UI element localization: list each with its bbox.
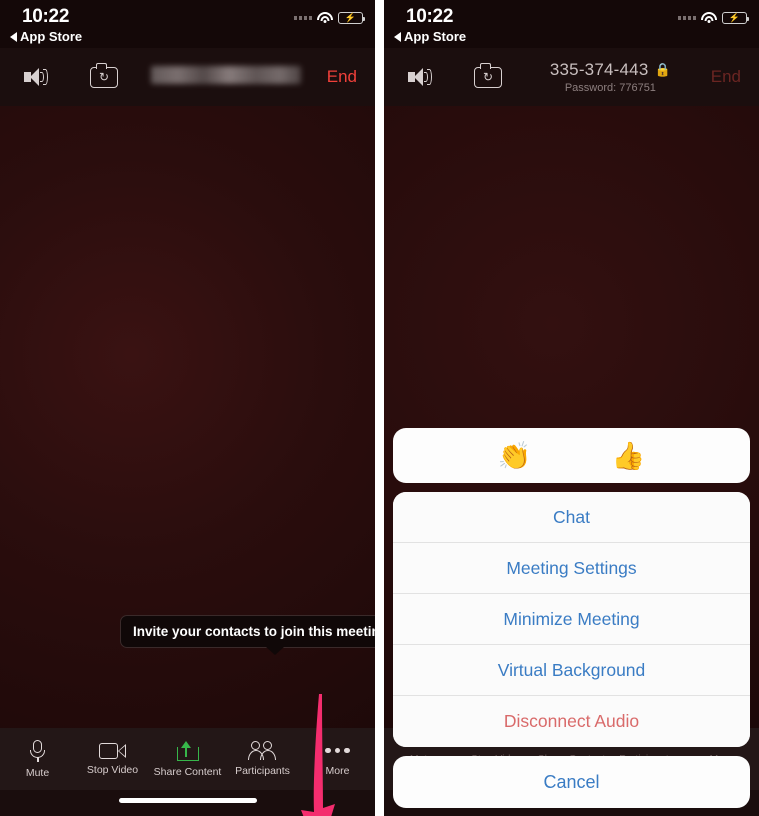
speaker-icon	[24, 68, 48, 86]
meeting-header-left: ↻ End	[0, 48, 375, 106]
speaker-icon	[408, 68, 432, 86]
reactions-group: 👏 👍	[393, 428, 750, 483]
signal-dots-icon	[294, 16, 312, 20]
toolbar-label-stop-video: Stop Video	[86, 763, 139, 776]
end-button-right[interactable]: End	[711, 67, 741, 87]
meeting-id-row: 335-374-443 🔒	[550, 60, 671, 80]
ellipsis-icon	[325, 741, 350, 760]
toolbar-label-participants: Participants	[235, 765, 290, 777]
toolbar-label-mute: Mute	[25, 766, 50, 779]
end-button-left[interactable]: End	[327, 67, 357, 87]
meeting-id: 335-374-443	[549, 60, 649, 79]
video-camera-icon	[99, 742, 126, 759]
camera-flip-button-left[interactable]: ↻	[82, 57, 126, 97]
action-item-meeting-settings[interactable]: Meeting Settings	[393, 543, 750, 594]
meeting-password: Password: 776751	[564, 82, 656, 94]
wifi-icon	[317, 12, 333, 24]
status-bar-left: 10:22 App Store ⚡	[0, 0, 375, 48]
left-body: Invite your contacts to join this meetin…	[0, 106, 375, 816]
status-time: 10:22	[22, 6, 70, 27]
meeting-title-left	[126, 65, 327, 89]
video-stage-left: Invite your contacts to join this meetin…	[0, 106, 375, 816]
toolbar-label-more: More	[325, 765, 350, 777]
back-triangle-icon	[10, 31, 17, 42]
home-indicator-left	[0, 790, 375, 816]
invite-tooltip-text: Invite your contacts to join this meetin…	[133, 624, 375, 639]
clap-emoji[interactable]: 👏	[498, 440, 532, 472]
toolbar-item-mute[interactable]: Mute	[0, 739, 75, 779]
battery-charging-icon: ⚡	[338, 12, 365, 24]
microphone-icon	[30, 739, 45, 762]
lock-icon: 🔒	[654, 62, 671, 77]
redacted-meeting-title	[151, 65, 302, 84]
action-item-disconnect-audio[interactable]: Disconnect Audio	[393, 696, 750, 747]
action-items-group: Chat Meeting Settings Minimize Meeting V…	[393, 492, 750, 747]
back-app-label-right: App Store	[404, 29, 467, 44]
reaction-row: 👏 👍	[393, 428, 750, 483]
cancel-button[interactable]: Cancel	[393, 756, 750, 808]
toolbar-item-participants[interactable]: Participants	[225, 741, 300, 777]
status-indicators: ⚡	[294, 12, 365, 24]
back-triangle-icon	[394, 31, 401, 42]
action-item-virtual-background[interactable]: Virtual Background	[393, 645, 750, 696]
people-icon	[247, 741, 277, 760]
thumbs-up-emoji[interactable]: 👍	[612, 440, 646, 472]
toolbar-item-stop-video[interactable]: Stop Video	[75, 742, 150, 776]
back-app-label: App Store	[20, 29, 83, 44]
speaker-button-right[interactable]	[398, 57, 442, 97]
back-to-app-store-right[interactable]: App Store	[394, 29, 466, 44]
status-indicators-right: ⚡	[678, 12, 749, 24]
toolbar-label-share-content: Share Content	[153, 765, 222, 778]
back-to-app-store[interactable]: App Store	[10, 29, 82, 44]
meeting-toolbar-left: Mute Stop Video Share Content Participan…	[0, 728, 375, 790]
share-upload-icon	[176, 740, 199, 761]
screenshot-stage: 10:22 App Store ⚡ ↻ End Invite your cont…	[0, 0, 759, 816]
left-phone-screen: 10:22 App Store ⚡ ↻ End Invite your cont…	[0, 0, 375, 816]
camera-flip-button-right[interactable]: ↻	[466, 57, 510, 97]
wifi-icon	[701, 12, 717, 24]
speaker-button-left[interactable]	[14, 57, 58, 97]
more-action-sheet: 👏 👍 Chat Meeting Settings Minimize Meeti…	[393, 428, 750, 808]
action-item-minimize-meeting[interactable]: Minimize Meeting	[393, 594, 750, 645]
meeting-header-right: ↻ 335-374-443 🔒 Password: 776751 End	[384, 48, 759, 106]
status-bar-right: 10:22 App Store ⚡	[384, 0, 759, 48]
camera-flip-icon: ↻	[90, 62, 118, 88]
meeting-title-right: 335-374-443 🔒 Password: 776751	[510, 60, 711, 94]
action-item-chat[interactable]: Chat	[393, 492, 750, 543]
signal-dots-icon	[678, 16, 696, 20]
status-time-right: 10:22	[406, 6, 454, 27]
invite-tooltip: Invite your contacts to join this meetin…	[120, 615, 375, 655]
battery-charging-icon: ⚡	[722, 12, 749, 24]
right-phone-screen: 10:22 App Store ⚡ ↻ 335-374-443 🔒 Passwo…	[384, 0, 759, 816]
toolbar-item-more[interactable]: More	[300, 741, 375, 777]
toolbar-item-share-content[interactable]: Share Content	[150, 740, 225, 778]
camera-flip-icon: ↻	[474, 62, 502, 88]
